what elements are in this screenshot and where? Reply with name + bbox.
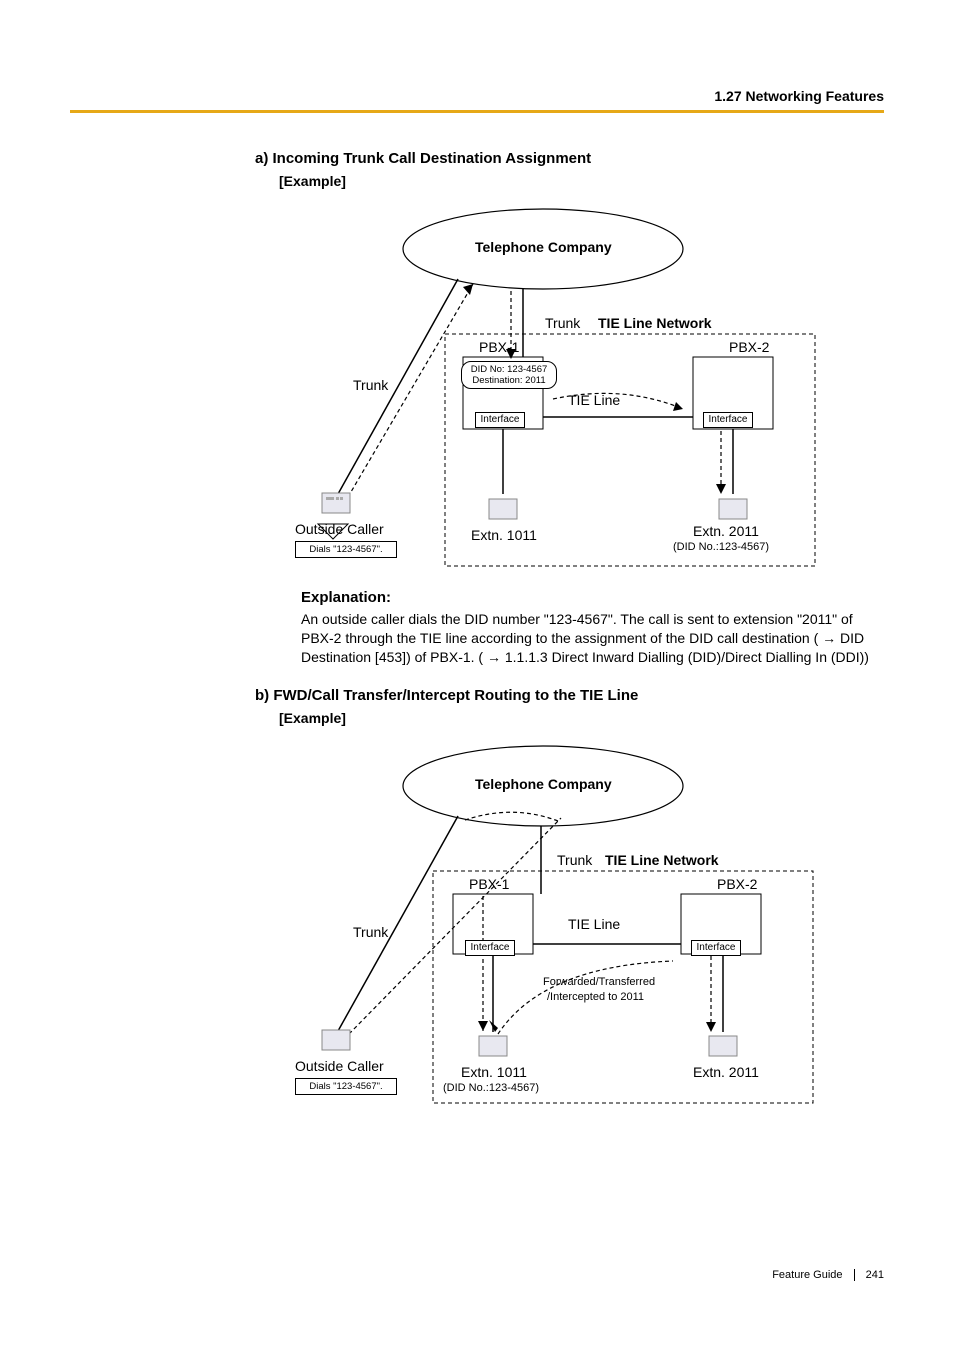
dials-box-b: Dials "123-4567". <box>295 1078 397 1095</box>
phone-icon <box>705 1032 741 1060</box>
pbx1-label: PBX-1 <box>479 339 519 355</box>
interface2-box-b: Interface <box>691 940 741 956</box>
extn1011-label: Extn. 1011 <box>471 527 537 543</box>
pbx2-label-b: PBX-2 <box>717 876 757 892</box>
did-no: DID No: 123-4567 <box>471 364 548 375</box>
did-info-box: DID No: 123-4567 Destination: 2011 <box>461 361 557 389</box>
page: 1.27 Networking Features a) Incoming Tru… <box>0 0 954 1351</box>
dials-box: Dials "123-4567". <box>295 541 397 558</box>
tie-network-label-b: TIE Line Network <box>605 852 719 868</box>
didno2011-label: (DID No.:123-4567) <box>673 541 769 553</box>
phone-icon <box>715 495 751 523</box>
footer: Feature Guide 241 <box>772 1269 884 1281</box>
didno1011-label: (DID No.:123-4567) <box>443 1082 539 1094</box>
interface2-box: Interface <box>703 412 753 428</box>
tie-network-label: TIE Line Network <box>598 315 712 331</box>
header-section: 1.27 Networking Features <box>714 88 884 104</box>
diagram-b: Telephone Company Trunk TIE Line Network… <box>283 736 843 1116</box>
trunk-top-label-b: Trunk <box>557 852 592 868</box>
telco-label: Telephone Company <box>475 239 612 255</box>
section-a-title: a) Incoming Trunk Call Destination Assig… <box>255 150 895 167</box>
footer-sep <box>854 1269 855 1281</box>
trunk-left-label-b: Trunk <box>353 924 388 940</box>
pbx1-label-b: PBX-1 <box>469 876 509 892</box>
tie-line-label-b: TIE Line <box>568 916 620 932</box>
footer-page: 241 <box>866 1269 884 1281</box>
tie-line-label: TIE Line <box>568 392 620 408</box>
did-dest: Destination: 2011 <box>472 375 545 386</box>
phone-icon <box>318 489 354 517</box>
phone-icon <box>485 495 521 523</box>
phone-icon <box>475 1032 511 1060</box>
explanation-a-title: Explanation: <box>301 589 895 606</box>
trunk-left-label: Trunk <box>353 377 388 393</box>
outside-caller-label: Outside Caller <box>295 521 384 537</box>
fwd2-label: /Intercepted to 2011 <box>547 991 644 1003</box>
section-a-example: [Example] <box>279 173 895 189</box>
content: a) Incoming Trunk Call Destination Assig… <box>255 150 895 1126</box>
trunk-top-label: Trunk <box>545 315 580 331</box>
explanation-a-text: An outside caller dials the DID number "… <box>301 610 881 667</box>
interface1-box-b: Interface <box>465 940 515 956</box>
phone-icon <box>318 1026 354 1054</box>
pbx2-label: PBX-2 <box>729 339 769 355</box>
outside-caller-label-b: Outside Caller <box>295 1058 384 1074</box>
extn2011-label: Extn. 2011 <box>693 523 759 539</box>
fwd1-label: Forwarded/Transferred <box>543 976 655 988</box>
interface1-box: Interface <box>475 412 525 428</box>
section-b-example: [Example] <box>279 710 895 726</box>
section-b-title: b) FWD/Call Transfer/Intercept Routing t… <box>255 687 895 704</box>
telco-label-b: Telephone Company <box>475 776 612 792</box>
diagram-a: Telephone Company Trunk TIE Line Network… <box>283 199 843 579</box>
footer-guide: Feature Guide <box>772 1269 842 1281</box>
divider <box>70 110 884 113</box>
extn2011-label-b: Extn. 2011 <box>693 1064 759 1080</box>
extn1011-label-b: Extn. 1011 <box>461 1064 527 1080</box>
